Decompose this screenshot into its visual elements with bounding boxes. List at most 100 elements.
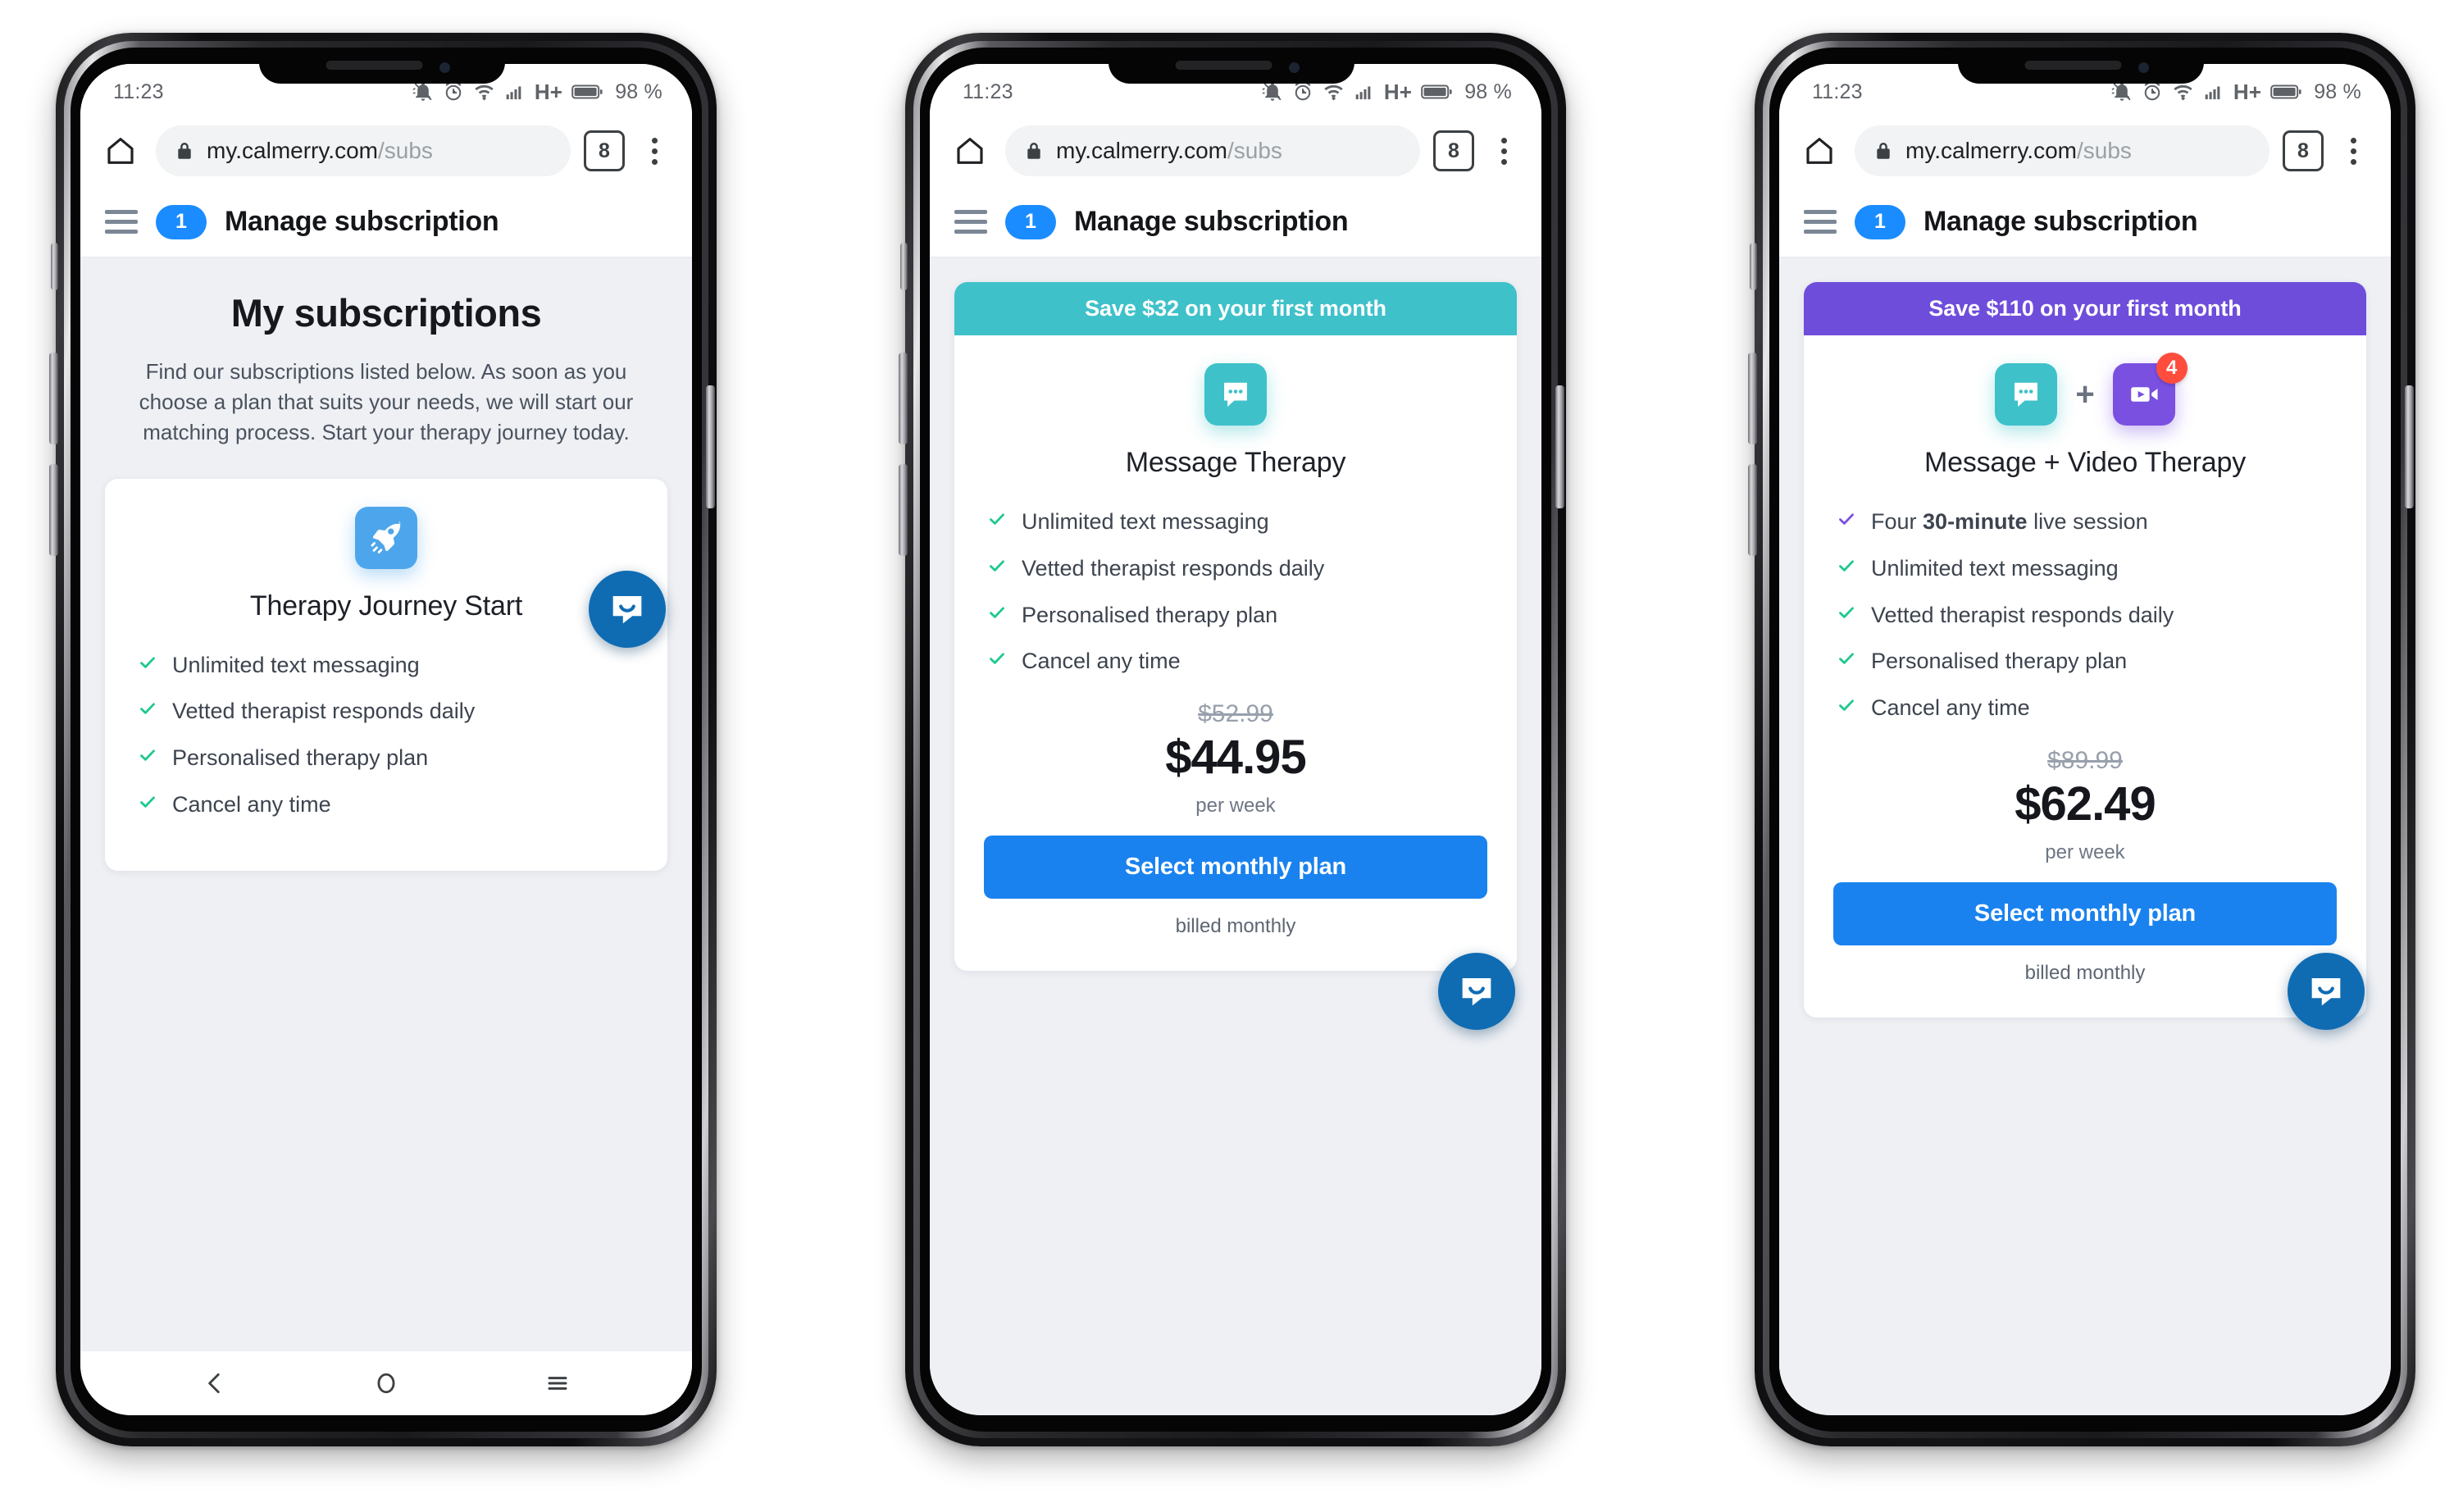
intercom-chat-icon[interactable]: [2288, 953, 2365, 1030]
volume-up-button[interactable]: [49, 353, 58, 444]
battery-icon: [1421, 84, 1452, 99]
search-input[interactable]: my.calmerry.com/subs: [1855, 125, 2270, 176]
intercom-chat-icon[interactable]: [1438, 953, 1515, 1030]
feature-label: Unlimited text messaging: [1022, 509, 1269, 534]
page-title: Manage subscription: [225, 206, 499, 237]
plan-card: Save $110 on your first month + 4 Messag…: [1804, 282, 2366, 1018]
message-bubble-icon: [1995, 363, 2058, 426]
power-button[interactable]: [2405, 385, 2414, 508]
intercom-chat-icon[interactable]: [589, 571, 666, 648]
battery-percent-label: 98 %: [615, 80, 662, 103]
wifi-icon: [2174, 84, 2192, 101]
battery-percent-label: 98 %: [1464, 80, 1512, 103]
home-icon[interactable]: [1797, 129, 1842, 173]
video-camera-icon: 4: [2112, 353, 2188, 426]
page-title: Manage subscription: [1924, 206, 2198, 237]
home-circle-icon[interactable]: [357, 1361, 415, 1405]
promo-banner: Save $110 on your first month: [1804, 282, 2366, 335]
plan-card: Therapy Journey Start Unlimited text mes…: [105, 478, 667, 871]
plan-card-area: Save $32 on your first month Message The…: [930, 257, 1541, 971]
price-current: $44.95: [1165, 731, 1306, 784]
silent-switch[interactable]: [900, 243, 908, 290]
url-text: my.calmerry.com/subs: [1905, 138, 2132, 163]
volume-down-button[interactable]: [899, 464, 908, 556]
intro-block: My subscriptions Find our subscriptions …: [80, 257, 692, 448]
select-plan-button[interactable]: Select monthly plan: [984, 836, 1487, 899]
kebab-menu-icon[interactable]: [638, 132, 671, 170]
check-icon: [140, 796, 155, 808]
price-original: $89.99: [2047, 746, 2123, 774]
lock-icon: [178, 143, 191, 159]
hamburger-icon[interactable]: [105, 210, 138, 234]
network-type-label: H+: [534, 79, 563, 104]
feature-label: Cancel any time: [1022, 649, 1181, 674]
feature-label: Vetted therapist responds daily: [1871, 602, 2174, 627]
silent-switch[interactable]: [1750, 243, 1757, 290]
alarm-clock-icon: [1295, 82, 1311, 101]
browser-toolbar: my.calmerry.com/subs 8: [80, 115, 692, 187]
feature-label: Vetted therapist responds daily: [1022, 555, 1325, 581]
select-plan-button[interactable]: Select monthly plan: [1833, 881, 2337, 945]
tab-counter-button[interactable]: 8: [1433, 130, 1474, 171]
volume-down-button[interactable]: [49, 464, 58, 556]
back-chevron-icon[interactable]: [186, 1361, 244, 1405]
phone-screen: 11:23 H+ 98 % my.calmerry.com/subs 8 1 M…: [80, 64, 692, 1415]
feature-label: Unlimited text messaging: [1871, 555, 2119, 581]
hamburger-icon[interactable]: [1804, 210, 1837, 234]
feature-list: Four 30-minute live session Unlimited te…: [1833, 508, 2337, 722]
tab-counter-button[interactable]: 8: [2283, 130, 2324, 171]
signal-bars-icon: [2205, 86, 2220, 100]
page-content: Save $110 on your first month + 4 Messag…: [1779, 257, 2391, 1415]
feature-list: Unlimited text messaging Vetted therapis…: [134, 652, 638, 819]
volume-down-button[interactable]: [1748, 464, 1757, 556]
browser-toolbar: my.calmerry.com/subs 8: [1779, 115, 2391, 187]
bell-muted-icon: [1262, 82, 1282, 101]
volume-up-button[interactable]: [899, 353, 908, 444]
check-icon: [1839, 560, 1854, 572]
tab-counter-button[interactable]: 8: [584, 130, 625, 171]
list-item: Cancel any time: [138, 791, 638, 819]
battery-icon: [571, 84, 603, 99]
feature-label: Cancel any time: [1871, 695, 2030, 720]
network-type-label: H+: [1383, 79, 1413, 104]
bell-muted-icon: [2111, 82, 2131, 101]
plan-icon-row: + 4: [1833, 353, 2337, 426]
promo-banner: Save $32 on your first month: [954, 282, 1517, 335]
feature-label: Personalised therapy plan: [1022, 602, 1278, 627]
silent-switch[interactable]: [51, 243, 58, 290]
phone-screen: 11:23 H+ 98 % my.calmerry.com/subs 8 1 M…: [1779, 64, 2391, 1415]
earpiece-speaker: [1175, 61, 1272, 70]
notification-badge: 4: [2156, 353, 2188, 384]
feature-list: Unlimited text messaging Vetted therapis…: [984, 508, 1487, 676]
volume-up-button[interactable]: [1748, 353, 1757, 444]
price-period-label: per week: [1195, 795, 1276, 817]
billing-note: billed monthly: [2024, 961, 2146, 984]
list-item: Four 30-minute live session: [1837, 508, 2337, 536]
price-block: $52.99 $44.95 per week: [984, 700, 1487, 817]
check-icon: [140, 749, 155, 762]
power-button[interactable]: [1555, 385, 1564, 508]
kebab-menu-icon[interactable]: [1487, 132, 1520, 170]
page-title: Manage subscription: [1074, 206, 1349, 237]
recents-icon[interactable]: [529, 1361, 586, 1405]
check-icon: [1839, 699, 1854, 711]
home-icon[interactable]: [98, 129, 143, 173]
android-nav-bar: [80, 1351, 692, 1415]
phone-message-video-therapy: 11:23 H+ 98 % my.calmerry.com/subs 8 1 M…: [1720, 0, 2442, 1476]
hamburger-icon[interactable]: [954, 210, 987, 234]
front-camera: [439, 62, 450, 73]
url-text: my.calmerry.com/subs: [1056, 138, 1282, 163]
power-button[interactable]: [706, 385, 715, 508]
feature-label: Personalised therapy plan: [172, 745, 429, 771]
status-badge: 1: [156, 204, 207, 239]
search-input[interactable]: my.calmerry.com/subs: [1005, 125, 1420, 176]
check-icon: [990, 606, 1004, 618]
rocket-icon: [355, 506, 417, 569]
app-header: 1 Manage subscription: [930, 187, 1541, 257]
search-input[interactable]: my.calmerry.com/subs: [156, 125, 571, 176]
feature-label: Personalised therapy plan: [1871, 649, 2128, 674]
kebab-menu-icon[interactable]: [2337, 132, 2370, 170]
check-icon: [990, 653, 1004, 665]
home-icon[interactable]: [948, 129, 992, 173]
plan-title: Message + Video Therapy: [1924, 447, 2246, 478]
